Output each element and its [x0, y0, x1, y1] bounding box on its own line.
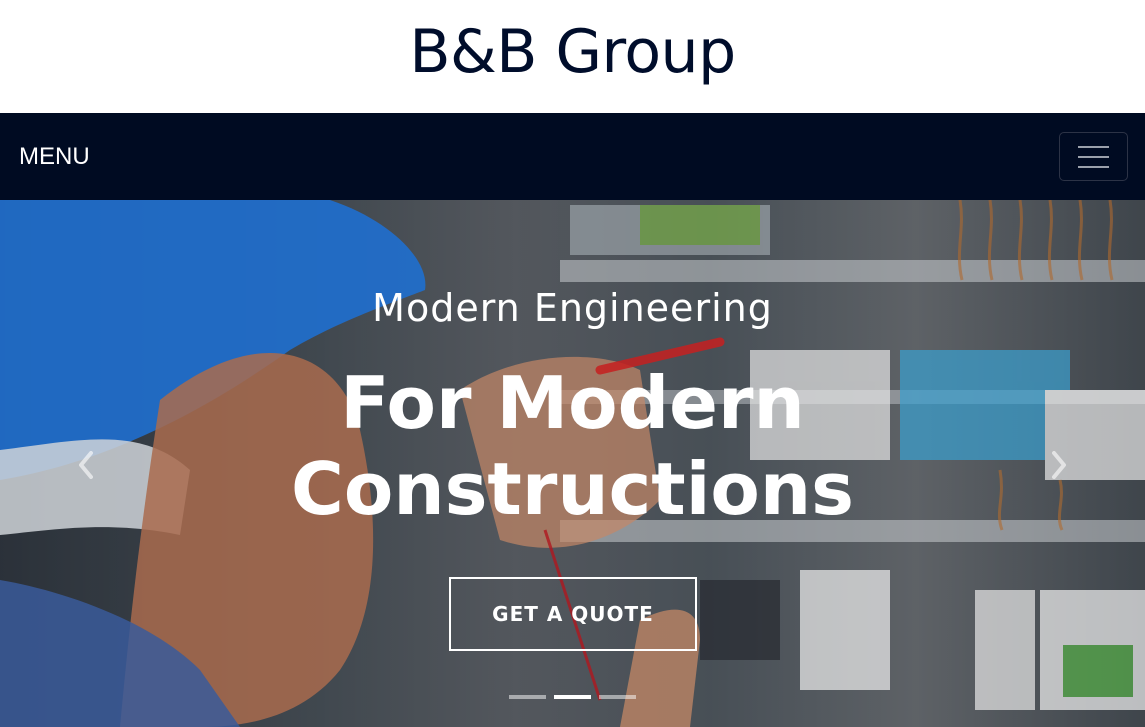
carousel-indicator[interactable] — [599, 695, 636, 699]
carousel-indicator[interactable] — [554, 695, 591, 699]
hero-headline: For Modern Constructions — [0, 360, 1145, 532]
get-a-quote-button[interactable]: GET A QUOTE — [449, 577, 697, 651]
hero-headline-line1: For Modern — [340, 361, 805, 445]
hero-subtitle: Modern Engineering — [372, 286, 773, 330]
hero-headline-line2: Constructions — [291, 447, 854, 531]
chevron-right-icon — [1052, 451, 1066, 479]
hamburger-line — [1078, 145, 1109, 148]
hamburger-icon[interactable] — [1059, 132, 1128, 181]
carousel-next-button[interactable] — [1039, 449, 1079, 481]
menu-label[interactable]: MENU — [19, 143, 90, 171]
brand-header: B&B Group — [0, 0, 1145, 113]
carousel-prev-button[interactable] — [66, 449, 106, 481]
chevron-left-icon — [79, 451, 93, 479]
carousel-indicator[interactable] — [509, 695, 546, 699]
carousel-indicators — [0, 695, 1145, 699]
hamburger-line — [1078, 155, 1109, 158]
hero-carousel: Modern Engineering For Modern Constructi… — [0, 200, 1145, 727]
brand-title[interactable]: B&B Group — [409, 17, 736, 87]
hamburger-line — [1078, 165, 1109, 168]
main-navbar: MENU — [0, 113, 1145, 200]
